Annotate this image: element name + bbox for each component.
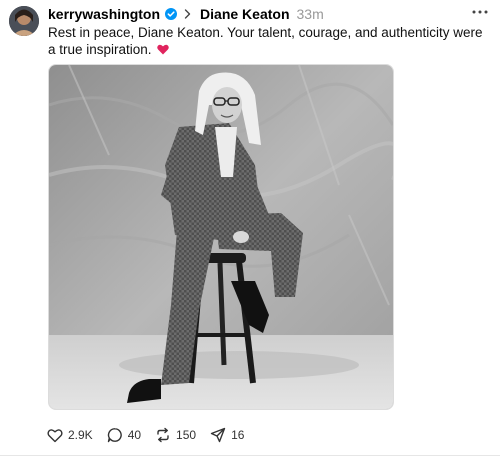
topic-tag[interactable]: Diane Keaton — [200, 6, 289, 22]
post-image[interactable] — [48, 64, 394, 410]
thread-post: kerrywashington Diane Keaton 33m Rest in… — [0, 0, 500, 459]
reply-count: 40 — [127, 428, 142, 442]
red-heart-emoji-icon — [157, 42, 170, 55]
comment-icon — [107, 428, 122, 443]
send-icon — [210, 427, 226, 443]
share-button[interactable]: 16 — [210, 427, 244, 443]
share-count: 16 — [231, 428, 245, 442]
reply-button[interactable]: 40 — [107, 427, 141, 443]
like-count: 2.9K — [68, 428, 93, 442]
avatar[interactable] — [9, 6, 39, 36]
post-header: kerrywashington Diane Keaton 33m — [48, 5, 324, 23]
username[interactable]: kerrywashington — [48, 6, 160, 22]
chevron-right-icon — [184, 8, 194, 20]
repost-button[interactable]: 150 — [155, 427, 196, 443]
post-actions: 2.9K 40 150 16 — [47, 426, 258, 444]
post-caption: Rest in peace, Diane Keaton. Your talent… — [48, 24, 488, 58]
repost-count: 150 — [176, 428, 197, 442]
caption-text: Rest in peace, Diane Keaton. Your talent… — [48, 25, 483, 57]
like-button[interactable]: 2.9K — [47, 428, 93, 443]
repost-icon — [157, 427, 169, 443]
heart-icon — [47, 428, 63, 442]
post-divider — [0, 455, 500, 456]
post-timestamp: 33m — [296, 6, 324, 22]
verified-badge-icon — [165, 8, 178, 20]
more-horizontal-icon[interactable] — [470, 4, 490, 20]
